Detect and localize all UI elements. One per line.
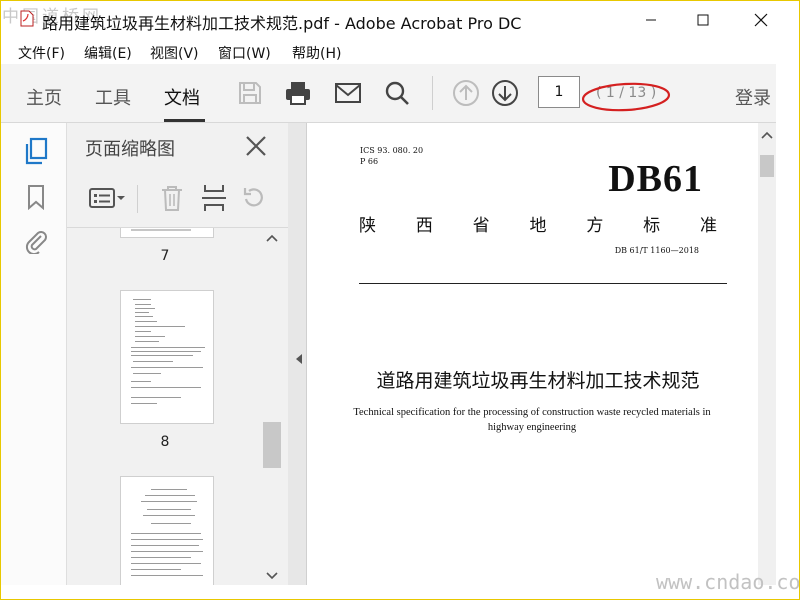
page-number-input[interactable]: 1: [538, 76, 580, 108]
scrollbar-thumb[interactable]: [263, 422, 281, 468]
print-button[interactable]: [283, 78, 313, 108]
tab-document[interactable]: 文档: [164, 84, 200, 110]
tab-home[interactable]: 主页: [26, 84, 62, 110]
standard-code: DB61: [608, 158, 703, 200]
bookmark-icon: [28, 185, 44, 210]
arrow-up-circle-icon: [453, 80, 479, 106]
pdf-page: ICS 93. 080. 20 P 66 DB61 陕 西 省 地 方 标 准 …: [306, 123, 769, 585]
scroll-up-icon: [266, 234, 278, 242]
close-window-button[interactable]: [746, 6, 776, 34]
tools-separator: [137, 185, 138, 213]
standard-name-char: 西: [415, 216, 433, 236]
save-button[interactable]: [235, 78, 265, 108]
delete-page-button[interactable]: [157, 183, 187, 213]
login-link[interactable]: 登录: [735, 84, 771, 110]
extract-pages-icon: [202, 185, 226, 211]
close-icon: [754, 13, 768, 27]
attachments-button[interactable]: [22, 227, 50, 255]
scrollbar-thumb[interactable]: [760, 155, 774, 177]
maximize-icon: [697, 14, 709, 26]
search-button[interactable]: [382, 78, 412, 108]
panel-title: 页面缩略图: [85, 139, 175, 160]
standard-name-char: 标: [643, 216, 661, 236]
thumbnail-label: 7: [160, 248, 170, 264]
rotate-icon: [243, 188, 263, 207]
standard-name-char: 地: [529, 216, 547, 236]
left-navigation-rail: [0, 123, 67, 585]
tab-tools[interactable]: 工具: [95, 84, 131, 110]
minimize-button[interactable]: [636, 6, 666, 34]
thumbnail-scrollbar[interactable]: [263, 230, 283, 585]
next-page-button[interactable]: [490, 78, 520, 108]
menu-file[interactable]: 文件(F): [18, 43, 65, 63]
scroll-up-icon: [761, 131, 773, 139]
ccs-number: P 66: [360, 157, 379, 166]
list-options-icon: [89, 188, 125, 208]
toolbar-separator: [432, 76, 433, 110]
standard-name-char: 准: [699, 216, 717, 236]
thumbnail-tools: [67, 171, 288, 228]
menu-help[interactable]: 帮助(H): [292, 43, 341, 63]
title-bar: 中国道桥网 路用建筑垃圾再生材料加工技术规范.pdf - Adobe Acrob…: [0, 0, 800, 40]
page-thumbnails-icon: [25, 137, 48, 165]
options-menu-button[interactable]: [87, 183, 127, 213]
extract-pages-button[interactable]: [199, 183, 229, 213]
menu-view[interactable]: 视图(V): [150, 43, 199, 63]
document-viewer: ICS 93. 080. 20 P 66 DB61 陕 西 省 地 方 标 准 …: [288, 123, 776, 585]
arrow-down-circle-icon: [492, 80, 518, 106]
ics-number: ICS 93. 080. 20: [360, 146, 424, 155]
rotate-page-button[interactable]: [239, 183, 269, 213]
menu-window[interactable]: 窗口(W): [218, 43, 271, 63]
close-icon: [246, 136, 266, 156]
trash-icon: [162, 186, 182, 211]
header-rule: [359, 283, 727, 284]
document-title-cn: 道路用建筑垃圾再生材料加工技术规范: [376, 370, 700, 392]
window-title: 路用建筑垃圾再生材料加工技术规范.pdf - Adobe Acrobat Pro…: [42, 14, 522, 33]
page-thumbnails-panel: 页面缩略图 7 8: [67, 123, 288, 585]
email-button[interactable]: [333, 78, 363, 108]
standard-name-char: 省: [472, 216, 490, 236]
page-thumbnails-button[interactable]: [22, 137, 50, 165]
page-thumbnail[interactable]: [120, 476, 214, 585]
menu-edit[interactable]: 编辑(E): [84, 43, 132, 63]
standard-name-char: 陕: [359, 216, 376, 236]
mail-icon: [335, 83, 361, 103]
page-count-highlight-annotation: [581, 82, 671, 112]
ics-code: ICS 93. 080. 20 P 66: [360, 145, 423, 167]
pdf-file-icon: [20, 10, 34, 27]
standard-name: 陕 西 省 地 方 标 准: [359, 211, 717, 236]
paperclip-icon: [25, 231, 47, 254]
minimize-icon: [646, 19, 656, 21]
menu-bar: 文件(F) 编辑(E) 视图(V) 窗口(W) 帮助(H): [0, 40, 800, 64]
standard-number: DB 61/T 1160—2018: [614, 246, 699, 255]
document-title-en: Technical specification for the processi…: [353, 407, 711, 433]
thumbnail-label: 8: [160, 434, 170, 450]
watermark-bottom: www.cndao.com: [656, 570, 800, 594]
maximize-button[interactable]: [688, 6, 718, 34]
save-icon: [239, 82, 261, 104]
bookmarks-button[interactable]: [22, 183, 50, 211]
scroll-down-icon: [266, 572, 278, 580]
window-right-edge: [776, 64, 800, 600]
collapse-panel-icon[interactable]: [294, 353, 304, 365]
active-tab-indicator: [164, 119, 205, 122]
previous-page-button[interactable]: [451, 78, 481, 108]
close-panel-button[interactable]: [243, 133, 269, 159]
standard-name-char: 方: [586, 216, 604, 236]
page-thumbnail[interactable]: [120, 228, 214, 238]
page-thumbnail[interactable]: [120, 290, 214, 424]
search-icon: [385, 81, 409, 105]
thumbnail-list: 7 8: [67, 228, 263, 585]
print-icon: [286, 82, 310, 105]
document-scrollbar[interactable]: [758, 123, 776, 585]
